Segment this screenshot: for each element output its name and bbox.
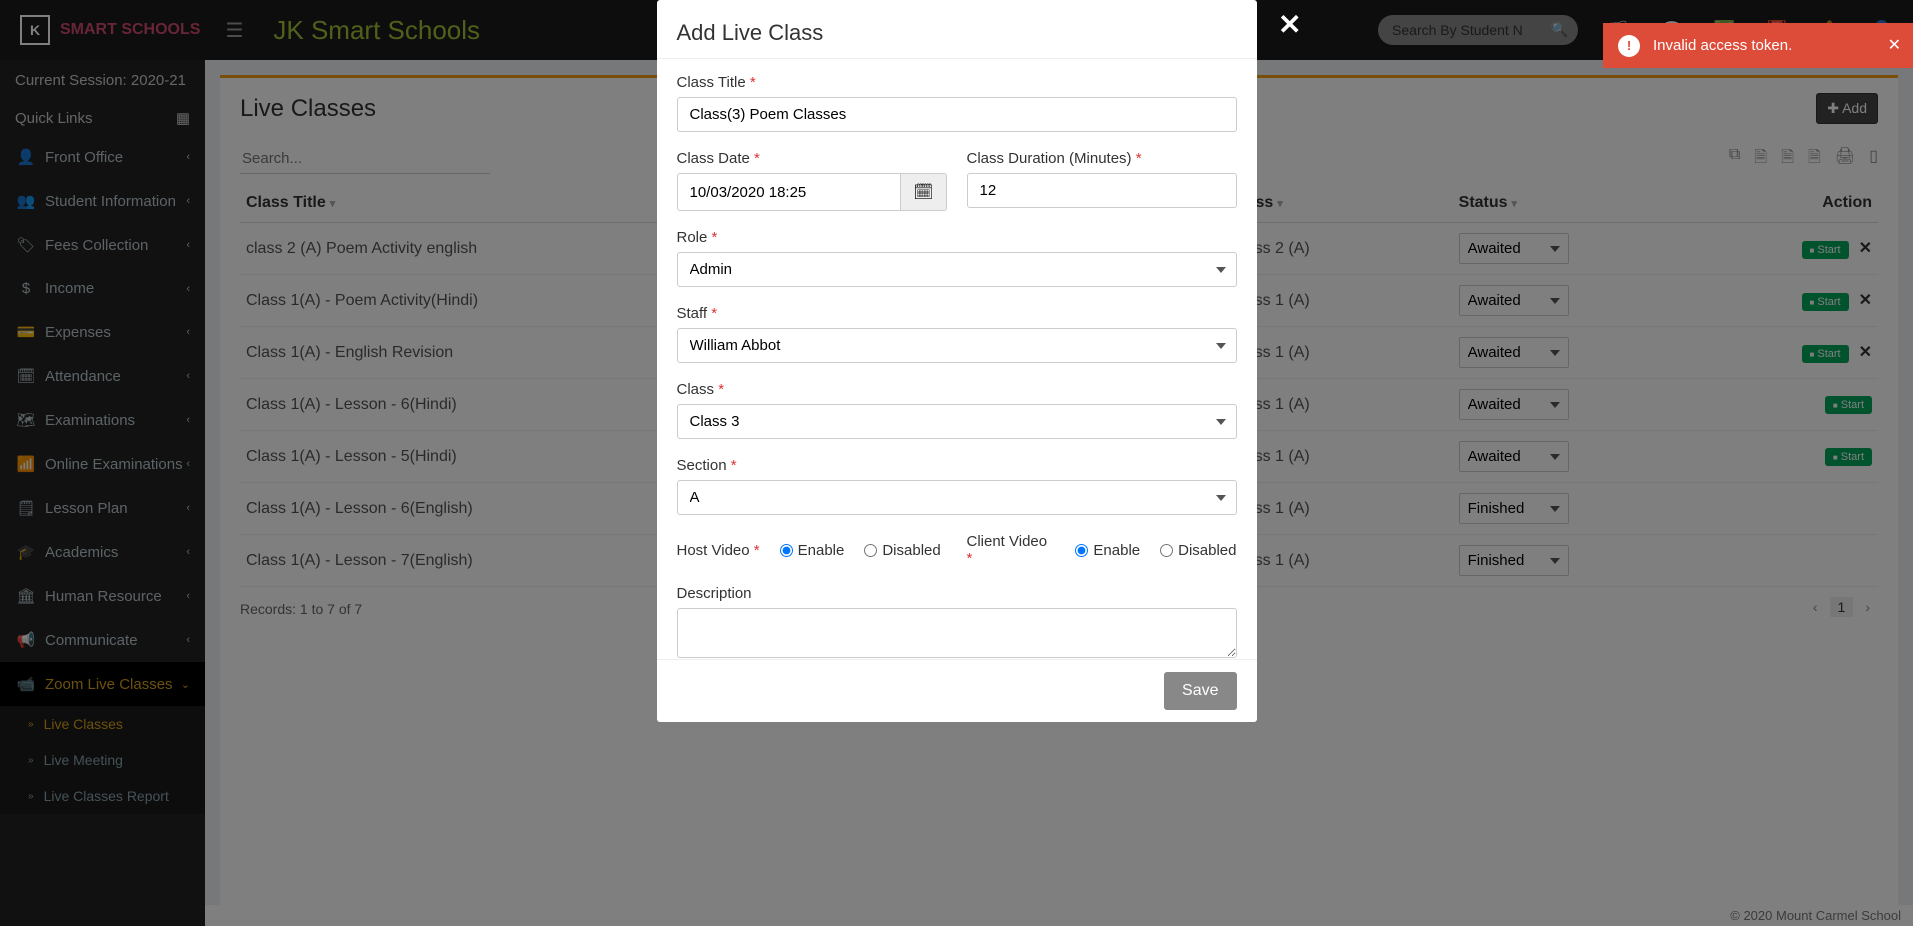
- section-select[interactable]: A: [677, 480, 1237, 515]
- add-live-class-modal: ✕ Add Live Class Class Title * Class Dat…: [657, 0, 1257, 722]
- duration-label: Class Duration (Minutes) *: [967, 150, 1237, 167]
- host-video-label: Host Video *: [677, 542, 760, 559]
- modal-title: Add Live Class: [657, 0, 1257, 59]
- host-video-enable[interactable]: Enable: [780, 542, 845, 559]
- duration-input[interactable]: [967, 173, 1237, 208]
- section-label: Section *: [677, 457, 1237, 474]
- modal-close-icon[interactable]: ✕: [1278, 8, 1301, 41]
- staff-label: Staff *: [677, 305, 1237, 322]
- client-video-enable[interactable]: Enable: [1075, 542, 1140, 559]
- host-video-disabled[interactable]: Disabled: [864, 542, 940, 559]
- save-button[interactable]: Save: [1164, 672, 1236, 710]
- class-date-input[interactable]: [677, 173, 902, 211]
- class-title-label: Class Title *: [677, 74, 1237, 91]
- toast-close-icon[interactable]: ✕: [1888, 35, 1901, 55]
- alert-icon: !: [1618, 35, 1640, 57]
- calendar-picker-icon[interactable]: 🗓: [901, 173, 946, 211]
- description-textarea[interactable]: [677, 608, 1237, 658]
- class-date-label: Class Date *: [677, 150, 947, 167]
- role-label: Role *: [677, 229, 1237, 246]
- description-label: Description: [677, 585, 1237, 602]
- class-label: Class *: [677, 381, 1237, 398]
- client-video-label: Client Video *: [967, 533, 1056, 567]
- error-toast: ! Invalid access token. ✕: [1603, 23, 1913, 68]
- role-select[interactable]: Admin: [677, 252, 1237, 287]
- class-title-input[interactable]: [677, 97, 1237, 132]
- class-select[interactable]: Class 3: [677, 404, 1237, 439]
- toast-message: Invalid access token.: [1653, 37, 1792, 54]
- client-video-disabled[interactable]: Disabled: [1160, 542, 1236, 559]
- staff-select[interactable]: William Abbot: [677, 328, 1237, 363]
